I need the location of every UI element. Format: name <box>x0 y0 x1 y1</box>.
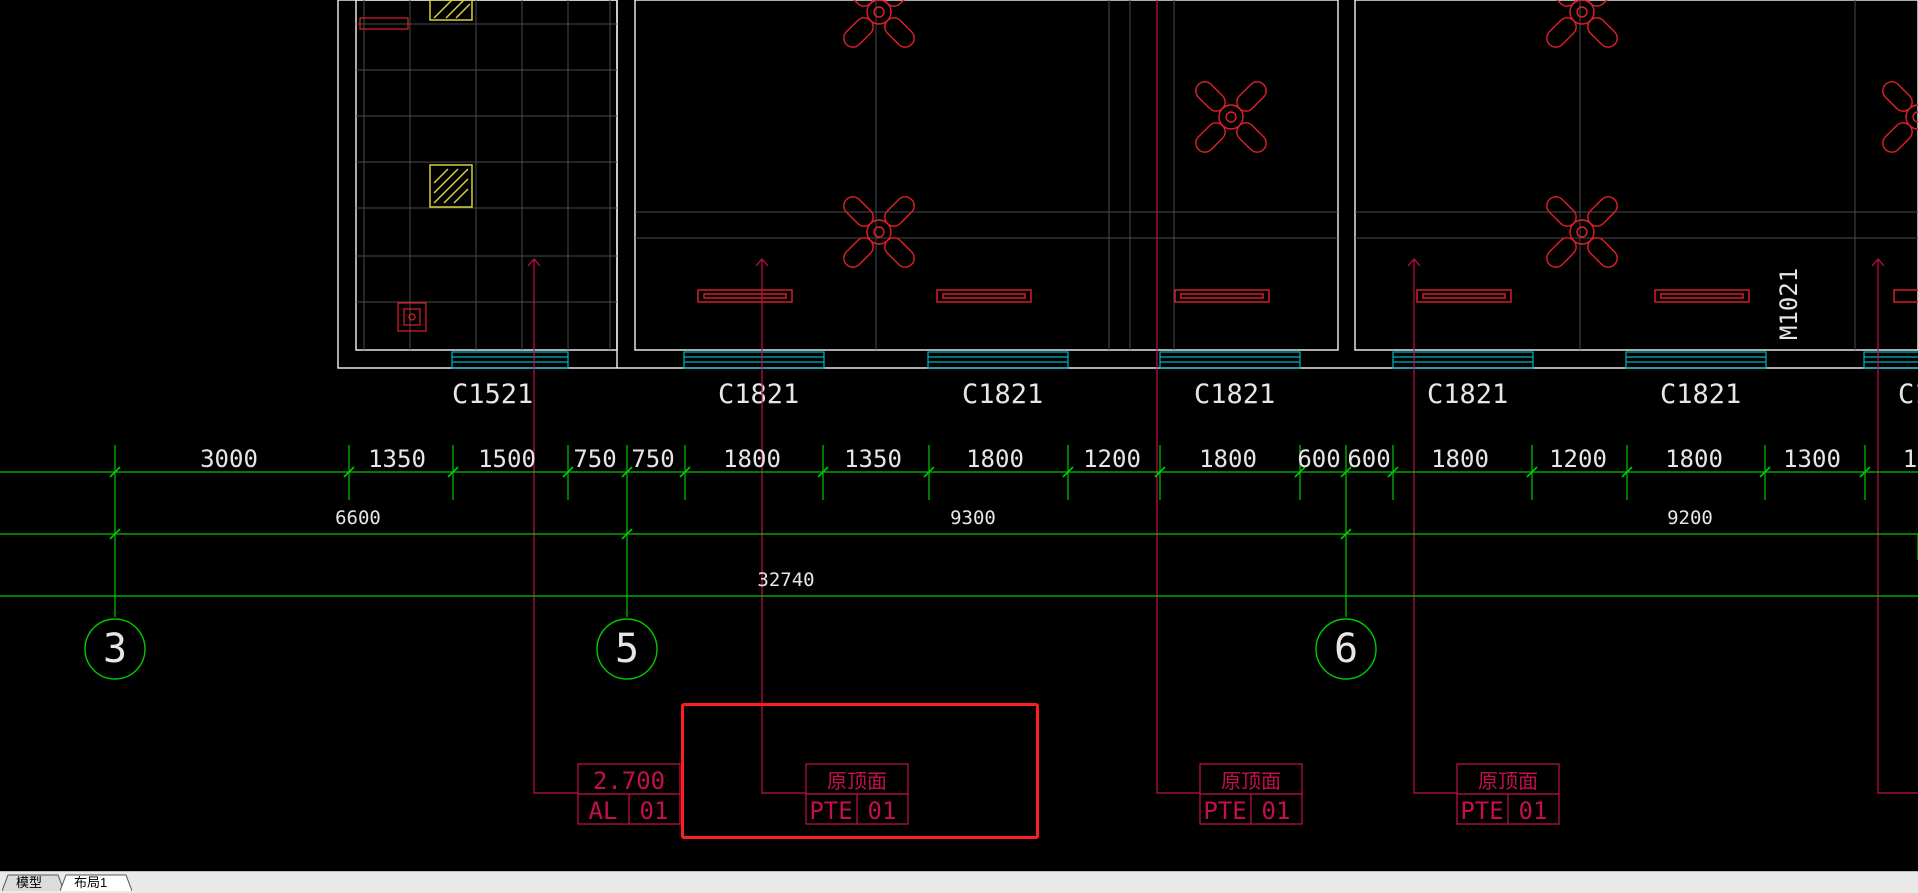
dim-text: 1800 <box>1199 445 1257 473</box>
svg-text:01: 01 <box>640 797 669 825</box>
ceiling-fan-icon <box>1546 0 1618 48</box>
dimension-lines <box>0 445 1918 617</box>
tab-model[interactable]: 模型 <box>2 874 64 892</box>
walls <box>337 0 1918 369</box>
ceiling-tag-0: 2.700 AL 01 <box>577 763 681 825</box>
dim-text: 1200 <box>1549 445 1607 473</box>
dim-text: 1 <box>1903 445 1917 473</box>
svg-text:原顶面: 原顶面 <box>1478 769 1538 793</box>
dim-text: 1200 <box>1083 445 1141 473</box>
dimension-row-1: 3000 1350 1500 750 750 1800 1350 1800 12… <box>200 445 1917 473</box>
svg-text:2.700: 2.700 <box>593 767 665 795</box>
ceiling-fan-icons <box>843 0 1918 268</box>
room-outer-left <box>337 0 618 369</box>
dim-text: 9300 <box>950 507 996 529</box>
dim-text: 750 <box>631 445 674 473</box>
dim-text: 600 <box>1297 445 1340 473</box>
dim-text: 1300 <box>1783 445 1841 473</box>
dim-text: 1350 <box>368 445 426 473</box>
axis-bubble-6: 6 <box>1315 618 1377 680</box>
svg-text:AL: AL <box>589 797 618 825</box>
dim-text: 1800 <box>1665 445 1723 473</box>
ceiling-tag-3: 原顶面 PTE 01 <box>1456 763 1560 825</box>
access-panels <box>429 0 473 208</box>
dim-text: 1800 <box>723 445 781 473</box>
light-fixtures <box>697 289 1918 303</box>
ceiling-fan-icon <box>1882 81 1918 153</box>
dim-text: 1800 <box>966 445 1024 473</box>
dim-text: 1500 <box>478 445 536 473</box>
svg-text:01: 01 <box>1262 797 1291 825</box>
room-inner-left <box>355 0 618 351</box>
window-label: C1821 <box>1194 379 1275 410</box>
window-label: C1821 <box>718 379 799 410</box>
dim-text: 9200 <box>1667 507 1713 529</box>
svg-text:3: 3 <box>103 626 127 672</box>
window-label: C1 <box>1898 379 1918 410</box>
axis-bubble-5: 5 <box>596 618 658 680</box>
layout-tab-bar: 模型 布局1 <box>0 871 1918 893</box>
tab-layout1[interactable]: 布局1 <box>60 874 132 892</box>
dim-text: 600 <box>1347 445 1390 473</box>
dim-text: 3000 <box>200 445 258 473</box>
door-label: M1021 <box>1775 268 1803 340</box>
exhaust-fan-icon <box>359 17 427 332</box>
tab-model-label: 模型 <box>16 875 43 890</box>
ceiling-fan-icon <box>1195 81 1267 153</box>
ceiling-fan-icon <box>843 196 915 268</box>
window-label: C1821 <box>1660 379 1741 410</box>
svg-text:6: 6 <box>1334 626 1358 672</box>
dim-total: 32740 <box>757 569 814 591</box>
window-labels: C1521 C1821 C1821 C1821 C1821 C1821 C1 <box>452 379 1918 410</box>
window-label: C1821 <box>962 379 1043 410</box>
ceiling-tag-2: 原顶面 PTE 01 <box>1199 763 1303 825</box>
cad-drawing-canvas[interactable]: C1521 C1821 C1821 C1821 C1821 C1821 C1 M… <box>0 0 1918 871</box>
window-label: C1521 <box>452 379 533 410</box>
window-label: C1821 <box>1427 379 1508 410</box>
ceiling-fan-icon <box>843 0 915 48</box>
tab-layout1-label: 布局1 <box>74 875 108 890</box>
dim-text: 1350 <box>844 445 902 473</box>
axis-bubble-3: 3 <box>84 618 146 680</box>
dim-text: 1800 <box>1431 445 1489 473</box>
svg-text:PTE: PTE <box>1460 797 1503 825</box>
dim-text: 6600 <box>335 507 381 529</box>
svg-text:5: 5 <box>615 626 639 672</box>
window-symbols <box>451 351 1918 369</box>
selection-highlight-box <box>681 703 1039 839</box>
svg-text:原顶面: 原顶面 <box>1221 769 1281 793</box>
svg-text:01: 01 <box>1519 797 1548 825</box>
ceiling-fan-icon <box>1546 196 1618 268</box>
axis-bubbles: 3 5 6 <box>84 618 1377 680</box>
dimension-row-2: 6600 9300 9200 <box>335 507 1713 529</box>
dim-text: 750 <box>573 445 616 473</box>
svg-text:PTE: PTE <box>1203 797 1246 825</box>
